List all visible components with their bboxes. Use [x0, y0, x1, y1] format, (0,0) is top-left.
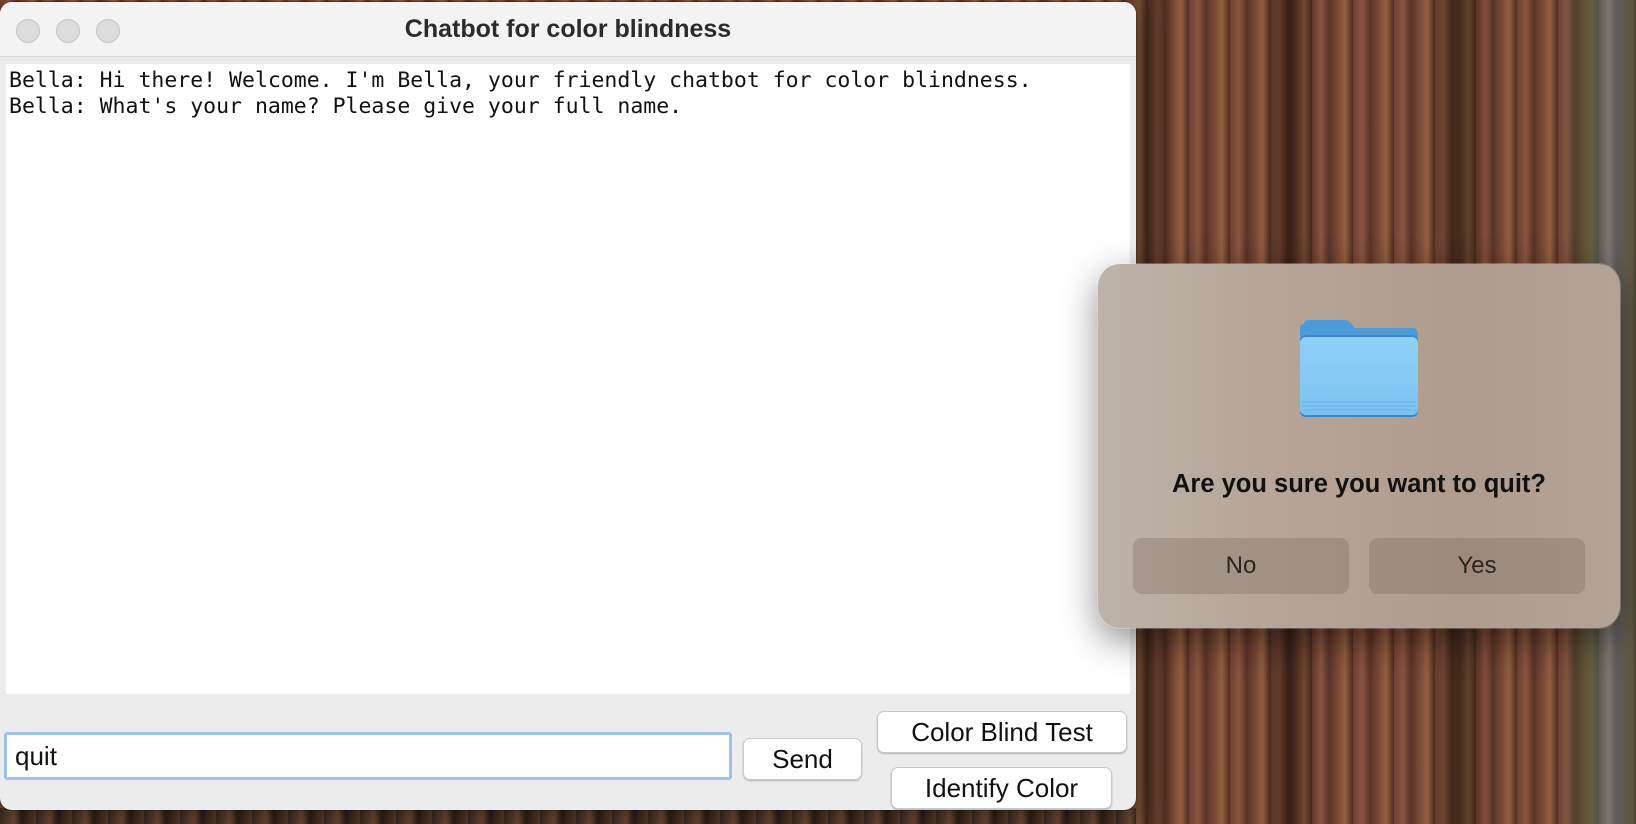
- window-titlebar[interactable]: Chatbot for color blindness: [0, 2, 1136, 57]
- quit-confirmation-dialog: Are you sure you want to quit? No Yes: [1098, 264, 1620, 628]
- dialog-yes-button[interactable]: Yes: [1369, 538, 1585, 594]
- identify-color-button[interactable]: Identify Color: [891, 767, 1112, 809]
- dialog-message: Are you sure you want to quit?: [1171, 470, 1547, 498]
- chat-message: Bella: Hi there! Welcome. I'm Bella, you…: [9, 68, 1032, 93]
- folder-icon: [1300, 320, 1418, 417]
- dialog-no-button[interactable]: No: [1133, 538, 1349, 594]
- send-button[interactable]: Send: [743, 738, 862, 780]
- chat-message: Bella: What's your name? Please give you…: [9, 94, 683, 119]
- desktop-wallpaper-strip: [0, 808, 1136, 824]
- color-blind-test-button[interactable]: Color Blind Test: [877, 711, 1127, 753]
- chatbot-window: Chatbot for color blindness Bella: Hi th…: [0, 2, 1136, 810]
- chat-transcript[interactable]: Bella: Hi there! Welcome. I'm Bella, you…: [6, 64, 1130, 694]
- window-title: Chatbot for color blindness: [404, 15, 732, 43]
- message-input[interactable]: [4, 732, 732, 780]
